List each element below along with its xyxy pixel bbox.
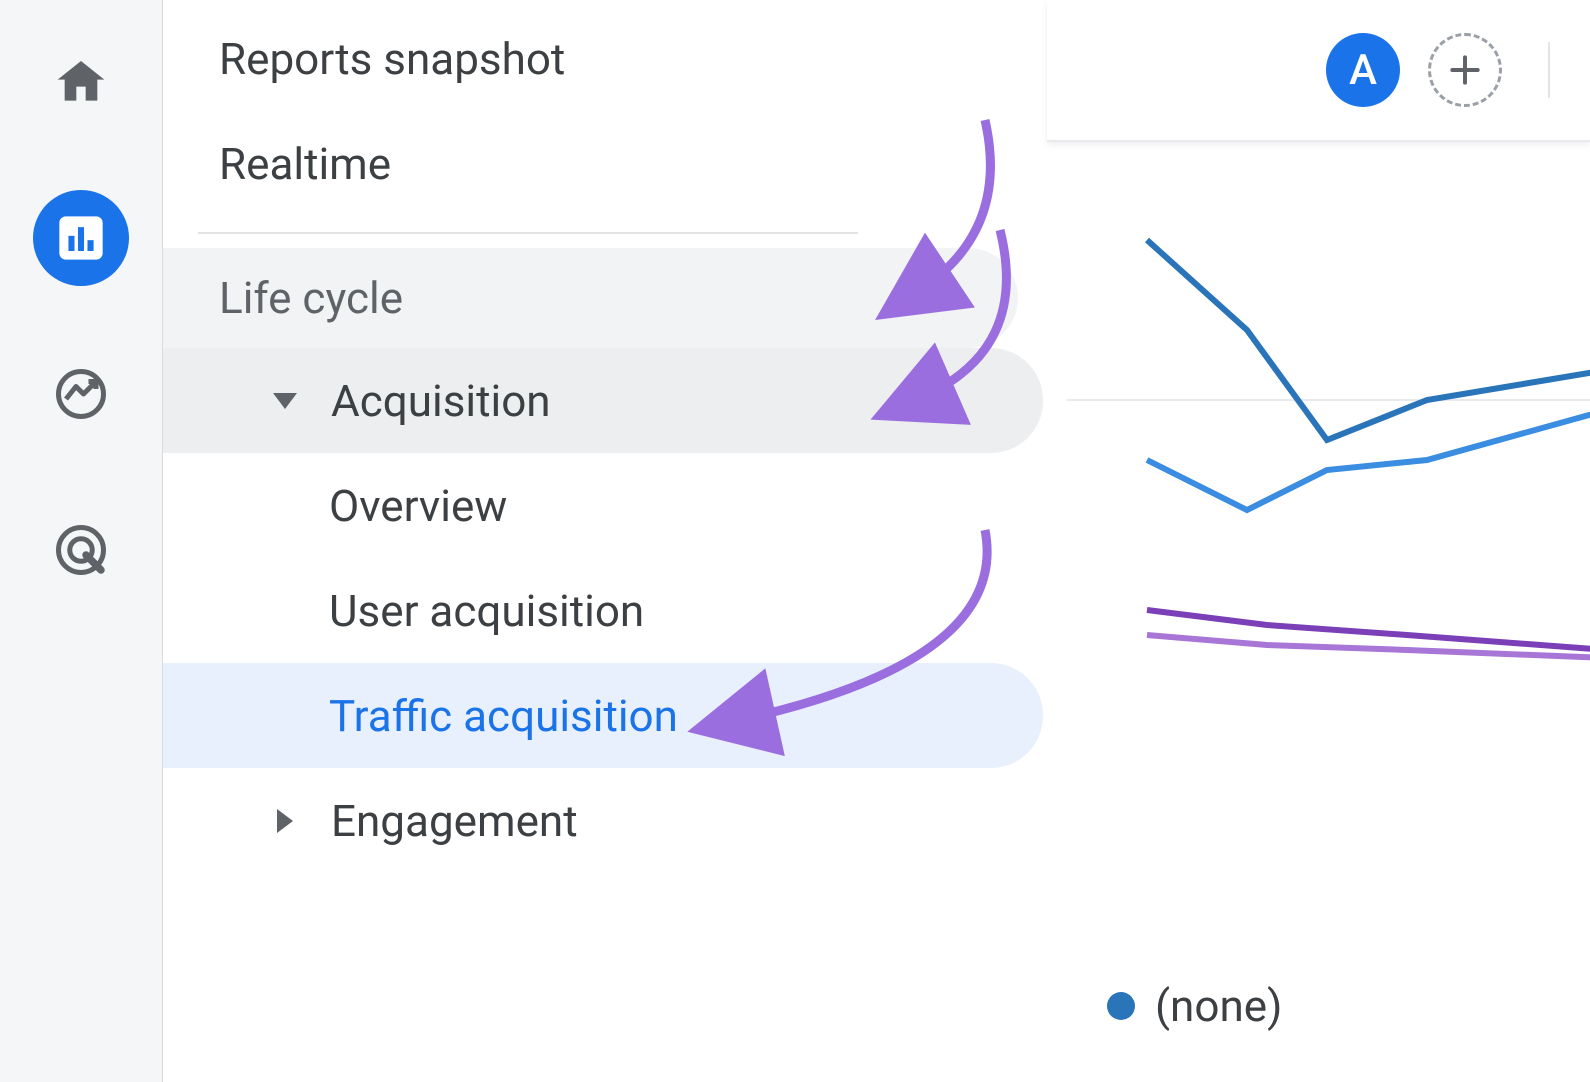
nav-label: Traffic acquisition <box>329 690 678 742</box>
nav-traffic-acquisition[interactable]: Traffic acquisition <box>163 663 1043 768</box>
segment-letter: A <box>1349 46 1377 95</box>
chart-fragment: (none) <box>1067 200 1590 1082</box>
caret-down-icon <box>273 393 297 409</box>
home-icon <box>53 54 109 110</box>
nav-label: Life cycle <box>219 272 403 324</box>
rail-explore[interactable] <box>33 346 129 442</box>
chevron-up-icon <box>924 281 958 315</box>
nav-divider <box>198 232 858 234</box>
nav-label: User acquisition <box>329 585 644 637</box>
nav-label: Realtime <box>219 138 391 190</box>
reports-nav-panel: Reports snapshot Realtime Life cycle Acq… <box>163 0 1047 1082</box>
content-area: A (none) <box>1047 0 1590 1082</box>
nav-realtime[interactable]: Realtime <box>163 111 1047 216</box>
caret-right-icon <box>277 809 293 833</box>
plus-icon <box>1446 51 1484 89</box>
reports-icon <box>55 212 107 264</box>
nav-label: Acquisition <box>331 375 551 427</box>
legend-label: (none) <box>1155 980 1282 1032</box>
legend-item-none[interactable]: (none) <box>1107 980 1282 1032</box>
segment-chip-a[interactable]: A <box>1326 33 1400 107</box>
nav-engagement[interactable]: Engagement <box>163 768 1043 873</box>
rail-advertising[interactable] <box>33 502 129 598</box>
explore-icon <box>51 364 111 424</box>
advertising-icon <box>51 520 111 580</box>
icon-rail <box>0 0 163 1082</box>
add-comparison-button[interactable] <box>1428 33 1502 107</box>
nav-reports-snapshot[interactable]: Reports snapshot <box>163 6 1047 111</box>
nav-acquisition[interactable]: Acquisition <box>163 348 1043 453</box>
comparison-toolbar: A <box>1047 0 1590 142</box>
toolbar-divider <box>1548 42 1550 98</box>
legend-dot-icon <box>1107 992 1135 1020</box>
nav-label: Engagement <box>331 795 578 847</box>
nav-acquisition-overview[interactable]: Overview <box>163 453 1043 558</box>
nav-user-acquisition[interactable]: User acquisition <box>163 558 1043 663</box>
rail-reports[interactable] <box>33 190 129 286</box>
nav-label: Overview <box>329 480 507 532</box>
nav-label: Reports snapshot <box>219 33 565 85</box>
line-chart-icon <box>1067 200 1590 720</box>
rail-home[interactable] <box>33 34 129 130</box>
nav-section-lifecycle[interactable]: Life cycle <box>163 248 1018 348</box>
